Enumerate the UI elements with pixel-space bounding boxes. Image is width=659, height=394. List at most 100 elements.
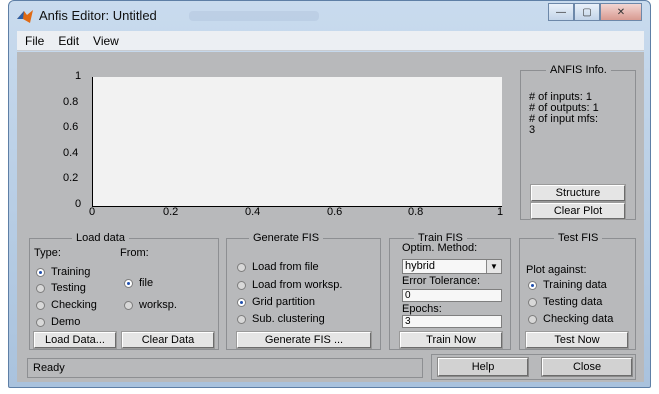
- radio-selected-icon: [528, 280, 537, 290]
- y-tick: 1: [75, 70, 82, 82]
- radio-label: worksp.: [139, 299, 177, 311]
- radio-icon: [237, 280, 246, 290]
- x-tick: 0: [89, 206, 96, 218]
- radio-label: Load from file: [252, 261, 319, 273]
- radio-icon: [237, 314, 246, 324]
- anfis-info-title: ANFIS Info.: [546, 64, 611, 76]
- radio-label: file: [139, 277, 154, 289]
- generate-fis-title: Generate FIS: [249, 232, 324, 244]
- radio-label: Testing: [51, 282, 86, 294]
- y-tick: 0.6: [63, 121, 79, 133]
- footer-panel: Help Close: [431, 354, 636, 380]
- menu-bar: File Edit View: [17, 31, 644, 51]
- plot-axes: [92, 77, 502, 207]
- from-label: From:: [120, 247, 149, 259]
- anfis-info-panel: ANFIS Info. # of inputs: 1 # of outputs:…: [520, 64, 636, 220]
- x-tick: 0.6: [327, 206, 343, 218]
- radio-label: Load from worksp.: [252, 279, 343, 291]
- help-button[interactable]: Help: [438, 358, 528, 376]
- radio-label: Testing data: [543, 296, 603, 308]
- structure-button[interactable]: Structure: [531, 185, 625, 201]
- y-tick: 0.2: [63, 172, 79, 184]
- radio-selected-icon: [237, 297, 246, 307]
- radio-label: Checking: [51, 299, 97, 311]
- radio-selected-icon: [124, 278, 133, 288]
- window-controls: — ▢ ✕: [548, 3, 642, 21]
- x-tick: 0.4: [245, 206, 261, 218]
- anfis-editor-window: Anfis Editor: Untitled — ▢ ✕ File Edit V…: [8, 0, 651, 388]
- radio-icon: [124, 300, 133, 310]
- minimize-button[interactable]: —: [548, 3, 574, 21]
- radio-demo[interactable]: Demo: [36, 316, 80, 328]
- minimize-icon: —: [556, 6, 566, 18]
- radio-icon: [528, 314, 537, 324]
- error-tolerance-input[interactable]: 0: [402, 289, 502, 302]
- train-fis-panel: Train FIS Optim. Method: hybrid ▼ Error …: [389, 232, 511, 350]
- optim-method-select[interactable]: hybrid ▼: [402, 259, 502, 274]
- radio-icon: [528, 297, 537, 307]
- radio-load-from-worksp[interactable]: Load from worksp.: [237, 279, 342, 291]
- radio-label: Demo: [51, 316, 81, 328]
- y-tick: 0.4: [63, 147, 79, 159]
- x-tick: 0.8: [408, 206, 424, 218]
- window-title: Anfis Editor: Untitled: [39, 8, 157, 23]
- radio-selected-icon: [36, 267, 45, 277]
- menu-edit[interactable]: Edit: [58, 34, 79, 48]
- radio-checking[interactable]: Checking: [36, 299, 97, 311]
- test-fis-panel: Test FIS Plot against: Training data Tes…: [519, 232, 636, 350]
- radio-label: Checking data: [543, 313, 614, 325]
- radio-sub-clustering[interactable]: Sub. clustering: [237, 313, 325, 325]
- optim-method-label: Optim. Method:: [402, 242, 478, 254]
- generate-fis-button[interactable]: Generate FIS ...: [237, 332, 371, 348]
- radio-from-worksp[interactable]: worksp.: [124, 299, 177, 311]
- radio-label: Grid partition: [252, 296, 315, 308]
- load-data-panel: Load data Type: From: Training Testing C…: [29, 232, 219, 350]
- radio-test-training-data[interactable]: Training data: [528, 279, 607, 291]
- editor-client-area: 1 0.8 0.6 0.4 0.2 0 0 0.2 0.4 0.6 0.8 1 …: [17, 52, 644, 382]
- y-tick: 0.8: [63, 96, 79, 108]
- close-window-button[interactable]: ✕: [600, 3, 642, 21]
- radio-load-from-file[interactable]: Load from file: [237, 261, 319, 273]
- test-now-button[interactable]: Test Now: [526, 332, 628, 348]
- radio-training[interactable]: Training: [36, 266, 90, 278]
- error-tolerance-label: Error Tolerance:: [402, 275, 481, 287]
- matlab-logo-icon: [17, 10, 33, 23]
- generate-fis-panel: Generate FIS Load from file Load from wo…: [226, 232, 381, 350]
- radio-icon: [36, 300, 45, 310]
- epochs-input[interactable]: 3: [402, 315, 502, 328]
- menu-file[interactable]: File: [25, 34, 44, 48]
- num-input-mfs-value: 3: [529, 124, 536, 136]
- radio-testing[interactable]: Testing: [36, 282, 86, 294]
- clear-data-button[interactable]: Clear Data: [122, 332, 214, 348]
- radio-icon: [36, 317, 45, 327]
- radio-grid-partition[interactable]: Grid partition: [237, 296, 315, 308]
- radio-icon: [237, 262, 246, 272]
- menu-view[interactable]: View: [93, 34, 119, 48]
- title-bar: Anfis Editor: Untitled — ▢ ✕: [9, 1, 650, 31]
- radio-label: Training: [51, 266, 91, 278]
- type-label: Type:: [34, 247, 61, 259]
- close-button[interactable]: Close: [542, 358, 632, 376]
- y-tick: 0: [75, 198, 82, 210]
- maximize-icon: ▢: [582, 6, 592, 18]
- num-input-mfs: # of input mfs:: [529, 113, 599, 125]
- radio-test-testing-data[interactable]: Testing data: [528, 296, 602, 308]
- radio-test-checking-data[interactable]: Checking data: [528, 313, 613, 325]
- load-data-title: Load data: [72, 232, 129, 244]
- x-tick: 1: [497, 206, 504, 218]
- train-now-button[interactable]: Train Now: [400, 332, 502, 348]
- radio-icon: [36, 283, 45, 293]
- maximize-button[interactable]: ▢: [574, 3, 600, 21]
- radio-label: Sub. clustering: [252, 313, 325, 325]
- x-tick: 0.2: [163, 206, 179, 218]
- optim-method-value: hybrid: [405, 260, 435, 272]
- epochs-label: Epochs:: [402, 303, 442, 315]
- radio-label: Training data: [543, 279, 607, 291]
- plot-against-label: Plot against:: [526, 264, 587, 276]
- radio-from-file[interactable]: file: [124, 277, 153, 289]
- load-data-button[interactable]: Load Data...: [34, 332, 116, 348]
- test-fis-title: Test FIS: [554, 232, 603, 244]
- status-bar: Ready: [27, 358, 423, 378]
- dropdown-arrow-icon[interactable]: ▼: [486, 260, 501, 273]
- clear-plot-button[interactable]: Clear Plot: [531, 203, 625, 219]
